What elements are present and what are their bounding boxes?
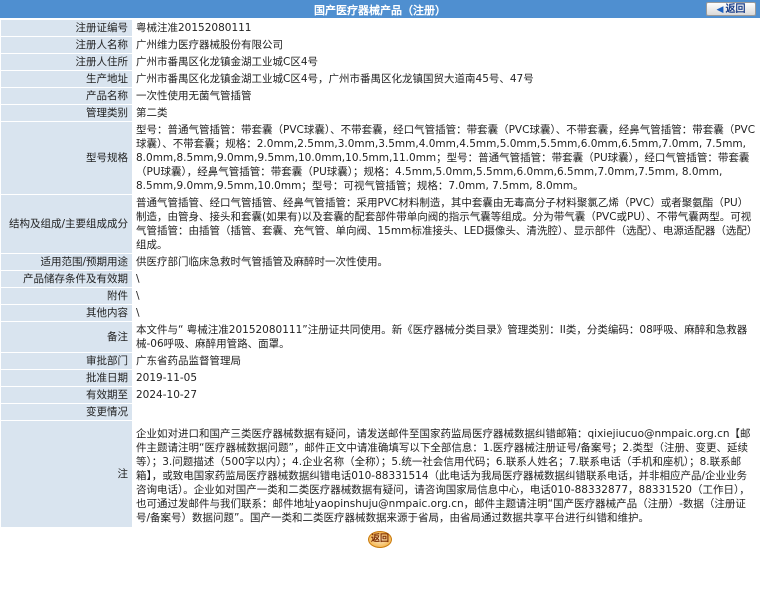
field-label: 有效期至: [0, 386, 133, 404]
field-value: \: [132, 270, 760, 288]
row-registrant-name: 注册人名称 广州维力医疗器械股份有限公司: [0, 36, 760, 54]
row-structure-composition: 结构及组成/主要组成成分 普通气管插管、经口气管插管、经鼻气管插管：采用PVC材…: [0, 194, 760, 254]
field-value: \: [132, 287, 760, 305]
field-value: 企业如对进口和国产三类医疗器械数据有疑问，请发送邮件至国家药监局医疗器械数据纠错…: [132, 420, 760, 528]
field-label: 型号规格: [0, 121, 133, 195]
field-value: [132, 403, 760, 421]
field-label: 其他内容: [0, 304, 133, 322]
row-valid-until: 有效期至 2024-10-27: [0, 386, 760, 404]
row-attachments: 附件 \: [0, 287, 760, 305]
row-approval-date: 批准日期 2019-11-05: [0, 369, 760, 387]
row-change-history: 变更情况: [0, 403, 760, 421]
field-label: 变更情况: [0, 403, 133, 421]
field-label: 注: [0, 420, 133, 528]
row-approval-department: 审批部门 广东省药品监督管理局: [0, 352, 760, 370]
row-registrant-address: 注册人住所 广州市番禺区化龙镇金湖工业城C区4号: [0, 53, 760, 71]
field-value: 供医疗部门临床急救时气管插管及麻醉时一次性使用。: [132, 253, 760, 271]
arrow-left-icon: ◀: [716, 5, 724, 15]
detail-table: 注册证编号 粤械注准20152080111 注册人名称 广州维力医疗器械股份有限…: [0, 19, 760, 528]
field-label: 批准日期: [0, 369, 133, 387]
field-label: 注册人住所: [0, 53, 133, 71]
row-note: 注 企业如对进口和国产三类医疗器械数据有疑问，请发送邮件至国家药监局医疗器械数据…: [0, 420, 760, 528]
field-value: 广州市番禺区化龙镇金湖工业城C区4号，广州市番禺区化龙镇国贸大道南45号、47号: [132, 70, 760, 88]
row-remarks: 备注 本文件与“ 粤械注准20152080111”注册证共同使用。新《医疗器械分…: [0, 321, 760, 353]
row-other-content: 其他内容 \: [0, 304, 760, 322]
row-intended-use: 适用范围/预期用途 供医疗部门临床急救时气管插管及麻醉时一次性使用。: [0, 253, 760, 271]
field-value: 型号：普通气管插管：带套囊（PVC球囊）、不带套囊，经口气管插管：带套囊（PVC…: [132, 121, 760, 195]
field-value: 广州维力医疗器械股份有限公司: [132, 36, 760, 54]
field-label: 附件: [0, 287, 133, 305]
footer: 返回: [0, 528, 760, 548]
back-button-top[interactable]: ◀ 返回: [706, 2, 756, 16]
field-value: 2019-11-05: [132, 369, 760, 387]
field-label: 注册人名称: [0, 36, 133, 54]
title-bar: 国产医疗器械产品（注册） ◀ 返回: [0, 0, 760, 19]
field-label: 注册证编号: [0, 19, 133, 37]
field-value: 第二类: [132, 104, 760, 122]
field-value: 普通气管插管、经口气管插管、经鼻气管插管：采用PVC材料制造，其中套囊由无毒高分…: [132, 194, 760, 254]
field-label: 审批部门: [0, 352, 133, 370]
field-label: 适用范围/预期用途: [0, 253, 133, 271]
field-value: 广州市番禺区化龙镇金湖工业城C区4号: [132, 53, 760, 71]
field-value: 粤械注准20152080111: [132, 19, 760, 37]
field-label: 产品名称: [0, 87, 133, 105]
back-button-bottom[interactable]: 返回: [368, 531, 392, 548]
field-label: 备注: [0, 321, 133, 353]
row-production-address: 生产地址 广州市番禺区化龙镇金湖工业城C区4号，广州市番禺区化龙镇国贸大道南45…: [0, 70, 760, 88]
field-label: 产品储存条件及有效期: [0, 270, 133, 288]
field-label: 生产地址: [0, 70, 133, 88]
field-value: 本文件与“ 粤械注准20152080111”注册证共同使用。新《医疗器械分类目录…: [132, 321, 760, 353]
page-title: 国产医疗器械产品（注册）: [314, 4, 446, 17]
detail-page: 国产医疗器械产品（注册） ◀ 返回 注册证编号 粤械注准20152080111 注…: [0, 0, 760, 548]
row-registration-number: 注册证编号 粤械注准20152080111: [0, 19, 760, 37]
field-value: 广东省药品监督管理局: [132, 352, 760, 370]
field-label: 管理类别: [0, 104, 133, 122]
row-model-spec: 型号规格 型号：普通气管插管：带套囊（PVC球囊）、不带套囊，经口气管插管：带套…: [0, 121, 760, 195]
field-value: 一次性使用无菌气管插管: [132, 87, 760, 105]
row-storage-validity: 产品储存条件及有效期 \: [0, 270, 760, 288]
row-management-category: 管理类别 第二类: [0, 104, 760, 122]
field-label: 结构及组成/主要组成成分: [0, 194, 133, 254]
row-product-name: 产品名称 一次性使用无菌气管插管: [0, 87, 760, 105]
back-button-label: 返回: [725, 4, 746, 15]
field-value: \: [132, 304, 760, 322]
field-value: 2024-10-27: [132, 386, 760, 404]
